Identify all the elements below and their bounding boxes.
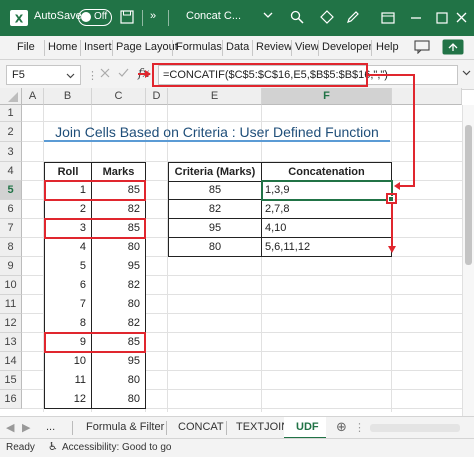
vertical-scroll-thumb[interactable] (465, 125, 472, 265)
sheet-tab-udf[interactable]: UDF (296, 421, 319, 433)
vertical-scrollbar[interactable] (462, 105, 474, 416)
sheet-tab-formula-filter[interactable]: Formula & Filter (86, 421, 164, 433)
status-ready: Ready (6, 442, 35, 453)
annotation-arrows (138, 70, 415, 253)
next-sheet-icon[interactable]: ▶ (22, 421, 30, 434)
horizontal-scrollbar[interactable] (370, 424, 460, 432)
sheet-tab-overflow[interactable]: ... (46, 421, 55, 433)
status-accessibility[interactable]: Accessibility: Good to go (62, 442, 172, 453)
status-bar: Ready ♿ Accessibility: Good to go (0, 438, 474, 457)
accessibility-icon[interactable]: ♿ (48, 440, 58, 453)
sheet-tab-concat[interactable]: CONCAT (178, 421, 224, 433)
prev-sheet-icon[interactable]: ◀ (6, 421, 14, 434)
sheet-tab-bar: ◀ ▶ ... Formula & Filter CONCAT TEXTJOIN… (0, 416, 474, 439)
sheet-tab-textjoin[interactable]: TEXTJOIN (236, 421, 289, 433)
more-options-icon[interactable]: ⋮ (354, 421, 365, 434)
add-sheet-icon[interactable]: ⊕ (336, 419, 347, 435)
